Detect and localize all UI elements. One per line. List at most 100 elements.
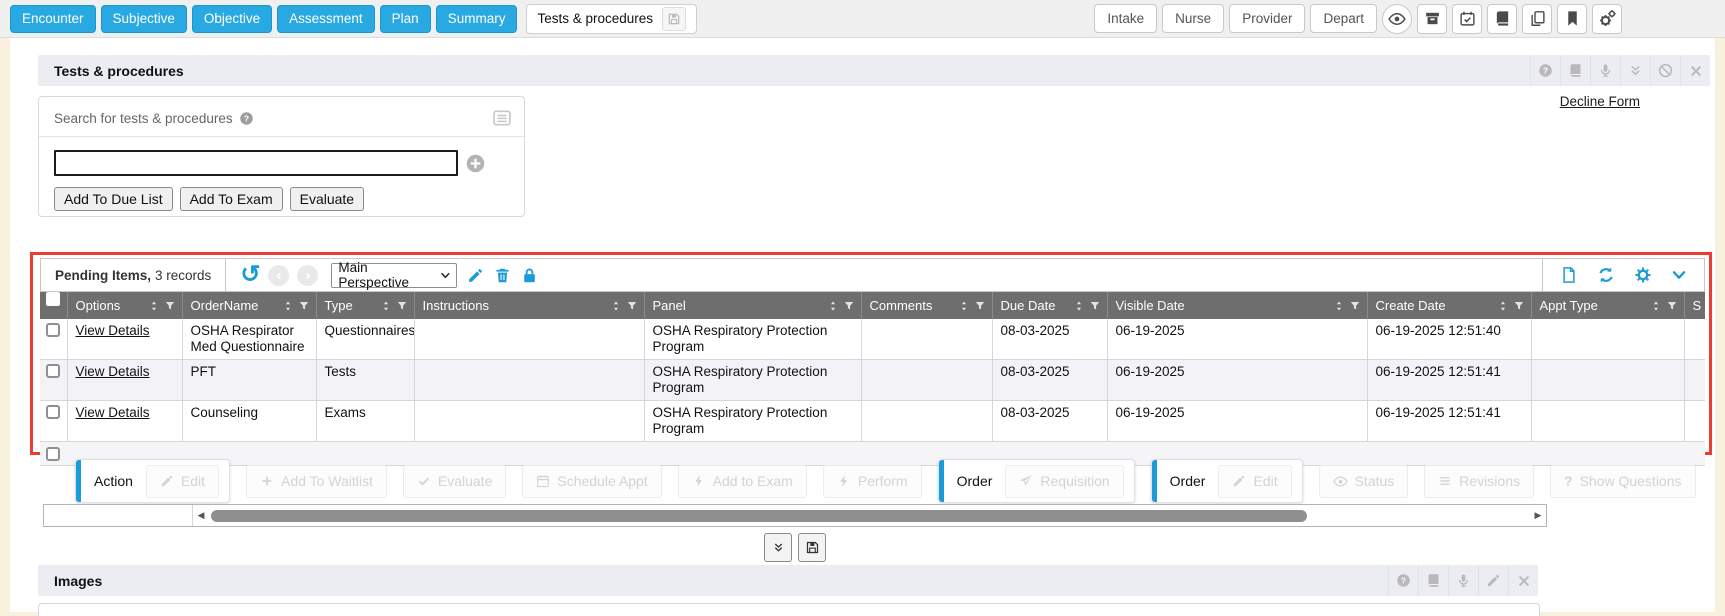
settings-gears-icon[interactable]	[1592, 4, 1622, 34]
column-header-create-date[interactable]: Create Date	[1367, 292, 1531, 319]
intake-button[interactable]: Intake	[1094, 4, 1157, 33]
column-header-appt-type[interactable]: Appt Type	[1531, 292, 1684, 319]
column-header-visible-date[interactable]: Visible Date	[1107, 292, 1367, 319]
trash-icon[interactable]	[494, 267, 511, 284]
cell-panel: OSHA Respiratory Protection Program	[644, 319, 861, 360]
gear-icon[interactable]	[1634, 266, 1652, 284]
evaluate-button[interactable]: Evaluate	[290, 187, 364, 211]
search-input-row	[39, 137, 524, 176]
scroll-right-arrow[interactable]: ▶	[1530, 510, 1546, 521]
view-details-link[interactable]: View Details	[76, 364, 150, 379]
column-header-type[interactable]: Type	[316, 292, 414, 319]
filter-icon	[1666, 300, 1678, 312]
close-icon[interactable]	[1508, 565, 1538, 596]
view-details-link[interactable]: View Details	[76, 405, 150, 420]
search-input[interactable]	[54, 150, 458, 176]
bookmark-icon[interactable]	[1557, 4, 1587, 34]
book-icon[interactable]	[1560, 55, 1590, 86]
order-edit-button[interactable]: Edit	[1218, 465, 1291, 498]
scrollbar-track[interactable]	[209, 505, 1530, 526]
section-header-icons	[1530, 55, 1710, 86]
disable-icon[interactable]	[1650, 55, 1680, 86]
help-icon[interactable]	[1388, 565, 1418, 596]
search-label: Search for tests & procedures	[54, 111, 233, 126]
save-icon[interactable]	[798, 533, 826, 562]
tab-objective[interactable]: Objective	[192, 5, 272, 33]
calendar-check-icon[interactable]	[1452, 4, 1482, 34]
revisions-button[interactable]: Revisions	[1424, 465, 1534, 498]
decline-form-link[interactable]: Decline Form	[1560, 94, 1640, 109]
add-to-exam-button[interactable]: Add to Exam	[678, 465, 807, 498]
close-icon[interactable]	[1680, 55, 1710, 86]
tab-summary[interactable]: Summary	[436, 5, 518, 33]
row-checkbox[interactable]	[46, 405, 60, 419]
row-checkbox[interactable]	[46, 364, 60, 378]
column-header-panel[interactable]: Panel	[644, 292, 861, 319]
add-to-waitlist-button[interactable]: Add To Waitlist	[246, 465, 387, 498]
collapse-icon[interactable]	[1620, 55, 1650, 86]
column-header-options[interactable]: Options	[67, 292, 182, 319]
sort-icon	[1497, 300, 1509, 312]
lock-icon[interactable]	[521, 267, 538, 284]
copy-icon[interactable]	[1522, 4, 1552, 34]
pencil-icon[interactable]	[467, 267, 484, 284]
sort-icon	[610, 300, 622, 312]
microphone-icon[interactable]	[1590, 55, 1620, 86]
book-icon[interactable]	[1487, 4, 1517, 34]
requisition-button[interactable]: Requisition	[1005, 465, 1123, 498]
depart-button[interactable]: Depart	[1310, 4, 1377, 33]
help-icon[interactable]	[1530, 55, 1560, 86]
new-document-icon[interactable]	[1560, 266, 1578, 284]
cell-create-date: 06-19-2025 12:51:41	[1367, 360, 1531, 401]
refresh-icon[interactable]	[1597, 266, 1615, 284]
chevron-down-icon[interactable]	[1671, 267, 1687, 283]
tab-assessment[interactable]: Assessment	[277, 5, 375, 33]
filter-icon	[843, 300, 855, 312]
show-questions-button[interactable]: ?Show Questions	[1550, 465, 1696, 498]
archive-box-icon[interactable]	[1417, 4, 1447, 34]
pencil-icon[interactable]	[1478, 565, 1508, 596]
add-to-exam-button[interactable]: Add To Exam	[180, 187, 283, 211]
book-icon[interactable]	[1418, 565, 1448, 596]
collapse-icon[interactable]	[764, 533, 792, 562]
schedule-appt-button[interactable]: Schedule Appt	[522, 465, 661, 498]
row-checkbox[interactable]	[46, 323, 60, 337]
filter-icon	[396, 300, 408, 312]
prev-icon[interactable]: ‹	[268, 265, 289, 286]
list-view-icon[interactable]	[492, 108, 512, 128]
column-header-ordername[interactable]: OrderName	[182, 292, 316, 319]
eye-icon[interactable]	[1382, 4, 1412, 34]
help-icon[interactable]	[239, 111, 254, 126]
new-row-checkbox[interactable]	[46, 447, 60, 461]
sort-icon	[1333, 300, 1345, 312]
view-details-link[interactable]: View Details	[76, 323, 150, 338]
microphone-icon[interactable]	[1448, 565, 1478, 596]
perform-button[interactable]: Perform	[823, 465, 922, 498]
column-header-cutoff[interactable]: S	[1684, 292, 1705, 319]
cell-visible-date: 06-19-2025	[1107, 360, 1367, 401]
scroll-left-arrow[interactable]: ◀	[193, 510, 209, 521]
images-section-header: Images	[38, 565, 1538, 596]
filter-icon	[1513, 300, 1525, 312]
status-button[interactable]: Status	[1319, 465, 1409, 498]
edit-button[interactable]: Edit	[146, 465, 219, 498]
tab-subjective[interactable]: Subjective	[101, 5, 187, 33]
perspective-select[interactable]: Main Perspective	[331, 263, 457, 288]
scrollbar-thumb[interactable]	[211, 510, 1307, 522]
select-all-checkbox[interactable]	[40, 292, 67, 319]
undo-icon[interactable]: ↺	[240, 265, 260, 285]
tab-encounter[interactable]: Encounter	[10, 5, 96, 33]
next-icon[interactable]: ›	[297, 265, 318, 286]
nurse-button[interactable]: Nurse	[1162, 4, 1224, 33]
add-to-due-list-button[interactable]: Add To Due List	[54, 187, 173, 211]
evaluate-button[interactable]: Evaluate	[403, 465, 506, 498]
calendar-icon	[536, 474, 550, 488]
provider-button[interactable]: Provider	[1229, 4, 1305, 33]
tab-tests-procedures-active[interactable]: Tests & procedures	[526, 4, 697, 34]
column-header-instructions[interactable]: Instructions	[414, 292, 644, 319]
column-header-comments[interactable]: Comments	[861, 292, 992, 319]
plus-circle-icon[interactable]	[465, 153, 486, 174]
save-icon[interactable]	[662, 7, 686, 31]
tab-plan[interactable]: Plan	[380, 5, 431, 33]
column-header-due-date[interactable]: Due Date	[992, 292, 1107, 319]
